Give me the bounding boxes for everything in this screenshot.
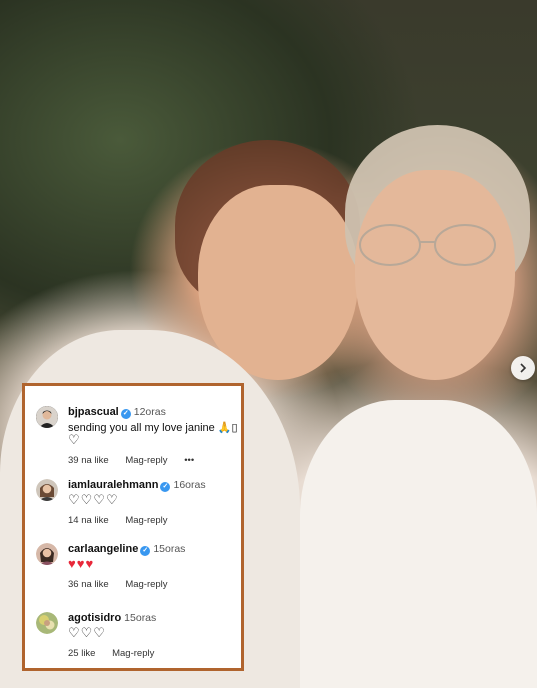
comment-time: 15oras — [153, 543, 186, 555]
comment-text: ♥♥♥ — [68, 556, 95, 571]
avatar[interactable] — [36, 406, 58, 428]
photo-face-right — [355, 170, 515, 380]
photo-shirt-right — [300, 400, 537, 688]
photo-glasses — [359, 224, 496, 266]
like-count[interactable]: 14 na like — [68, 515, 109, 526]
like-count[interactable]: 36 na like — [68, 579, 109, 590]
reply-button[interactable]: Mag-reply — [125, 579, 167, 590]
comment-text: ♡♡♡ — [68, 625, 106, 640]
avatar[interactable] — [36, 543, 58, 565]
avatar[interactable] — [36, 479, 58, 501]
comment-username[interactable]: bjpascual ✓ 12oras — [68, 406, 166, 419]
verified-icon: ✓ — [120, 409, 131, 419]
comments-panel: bjpascual ✓ 12oras sending you all my love… — [22, 383, 244, 671]
comment-text: sending you all my love janine 🙏▯ — [68, 422, 238, 434]
like-count[interactable]: 39 na like — [68, 455, 109, 466]
verified-icon: ✓ — [160, 482, 171, 492]
like-count[interactable]: 25 like — [68, 648, 95, 659]
comment-username[interactable]: iamlauralehmann ✓ 16oras — [68, 479, 206, 492]
next-photo-button[interactable] — [511, 356, 535, 380]
avatar[interactable] — [36, 612, 58, 634]
comment-text: ♡♡♡♡ — [68, 492, 119, 507]
reply-button[interactable]: Mag-reply — [125, 455, 167, 466]
photo-face-left — [198, 185, 358, 380]
more-options-icon[interactable]: ••• — [184, 455, 194, 466]
chevron-right-icon — [520, 363, 527, 373]
comment-time: 16oras — [173, 479, 206, 491]
comment-username[interactable]: carlaangeline ✓ 15oras — [68, 543, 185, 556]
reply-button[interactable]: Mag-reply — [112, 648, 154, 659]
comment-time: 12oras — [133, 406, 166, 418]
comment-username[interactable]: agotisidro 15oras — [68, 612, 156, 624]
heart-icon: ♡ — [68, 432, 80, 447]
verified-icon: ✓ — [140, 546, 151, 556]
reply-button[interactable]: Mag-reply — [125, 515, 167, 526]
comment-time: 15oras — [124, 612, 157, 624]
